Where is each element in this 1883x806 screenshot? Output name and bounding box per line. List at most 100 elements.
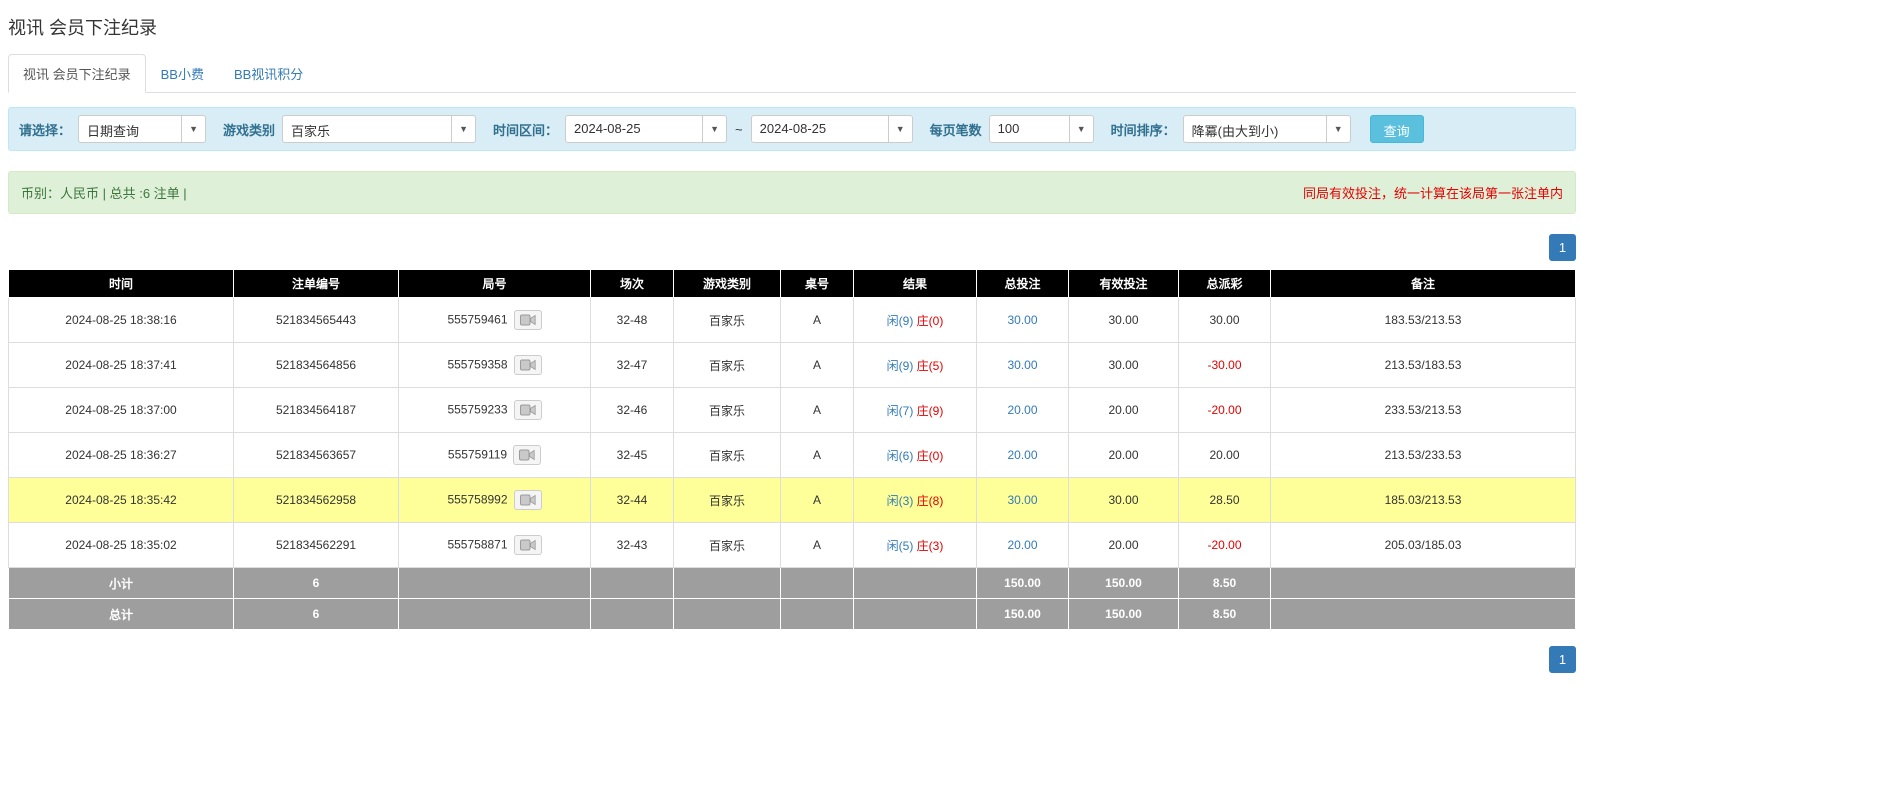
table-no-cell: A bbox=[781, 343, 854, 388]
result-banker: 庄(5) bbox=[917, 359, 944, 373]
valid-bet-cell: 20.00 bbox=[1069, 388, 1179, 433]
date-to-value: 2024-08-25 bbox=[752, 116, 888, 142]
header-session: 场次 bbox=[591, 270, 674, 298]
empty-cell bbox=[591, 599, 674, 630]
date-to-select[interactable]: 2024-08-25 ▼ bbox=[751, 115, 913, 143]
tab-betting-records[interactable]: 视讯 会员下注纪录 bbox=[8, 54, 146, 93]
empty-cell bbox=[854, 599, 977, 630]
result-player: 闲(7) bbox=[887, 404, 914, 418]
header-result: 结果 bbox=[854, 270, 977, 298]
game-type-cell: 百家乐 bbox=[674, 388, 781, 433]
header-game-type: 游戏类别 bbox=[674, 270, 781, 298]
sort-label: 时间排序： bbox=[1111, 120, 1176, 139]
bet-id-cell: 521834562958 bbox=[234, 478, 399, 523]
video-replay-button[interactable] bbox=[514, 490, 542, 510]
valid-bet-cell: 20.00 bbox=[1069, 433, 1179, 478]
query-type-select[interactable]: 日期查询 ▼ bbox=[78, 115, 206, 143]
round-cell: 555759358 bbox=[399, 343, 591, 388]
note-cell: 183.53/213.53 bbox=[1271, 298, 1576, 343]
total-payout: 8.50 bbox=[1179, 599, 1271, 630]
round-id: 555759233 bbox=[447, 402, 507, 416]
chevron-down-icon: ▼ bbox=[702, 116, 726, 142]
table-header: 时间 注单编号 局号 场次 游戏类别 桌号 结果 总投注 有效投注 总派彩 备注 bbox=[9, 270, 1576, 298]
query-type-value: 日期查询 bbox=[79, 116, 181, 142]
note-cell: 213.53/183.53 bbox=[1271, 343, 1576, 388]
betting-records-table: 时间 注单编号 局号 场次 游戏类别 桌号 结果 总投注 有效投注 总派彩 备注… bbox=[8, 269, 1576, 630]
tab-bb-tips[interactable]: BB小费 bbox=[146, 54, 219, 93]
page-title: 视讯 会员下注纪录 bbox=[8, 14, 1576, 40]
result-banker: 庄(0) bbox=[917, 314, 944, 328]
video-icon bbox=[520, 539, 536, 551]
page-1-button[interactable]: 1 bbox=[1549, 646, 1576, 673]
summary-notice: 同局有效投注，统一计算在该局第一张注单内 bbox=[1303, 183, 1563, 202]
payout-cell: -30.00 bbox=[1179, 343, 1271, 388]
round-cell: 555758992 bbox=[399, 478, 591, 523]
table-no-cell: A bbox=[781, 523, 854, 568]
tab-bb-video-points[interactable]: BB视讯积分 bbox=[219, 54, 318, 93]
table-row: 2024-08-25 18:37:41521834564856555759358… bbox=[9, 343, 1576, 388]
page-1-button[interactable]: 1 bbox=[1549, 234, 1576, 261]
total-bet-link[interactable]: 20.00 bbox=[1007, 403, 1037, 417]
video-replay-button[interactable] bbox=[514, 355, 542, 375]
video-replay-button[interactable] bbox=[513, 445, 541, 465]
session-cell: 32-43 bbox=[591, 523, 674, 568]
video-replay-button[interactable] bbox=[514, 310, 542, 330]
total-bet-cell: 30.00 bbox=[977, 298, 1069, 343]
bet-id-cell: 521834563657 bbox=[234, 433, 399, 478]
empty-cell bbox=[674, 599, 781, 630]
round-id: 555759119 bbox=[448, 447, 507, 461]
payout-cell: 28.50 bbox=[1179, 478, 1271, 523]
session-cell: 32-44 bbox=[591, 478, 674, 523]
header-bet-id: 注单编号 bbox=[234, 270, 399, 298]
video-replay-button[interactable] bbox=[514, 400, 542, 420]
total-bet-cell: 20.00 bbox=[977, 523, 1069, 568]
time-cell: 2024-08-25 18:37:41 bbox=[9, 343, 234, 388]
total-bet-cell: 30.00 bbox=[977, 343, 1069, 388]
total-valid-bet: 150.00 bbox=[1069, 599, 1179, 630]
bet-id-cell: 521834564856 bbox=[234, 343, 399, 388]
empty-cell bbox=[781, 568, 854, 599]
subtotal-count: 6 bbox=[234, 568, 399, 599]
valid-bet-cell: 20.00 bbox=[1069, 523, 1179, 568]
total-bet-link[interactable]: 20.00 bbox=[1007, 448, 1037, 462]
note-cell: 233.53/213.53 bbox=[1271, 388, 1576, 433]
valid-bet-cell: 30.00 bbox=[1069, 478, 1179, 523]
result-banker: 庄(3) bbox=[917, 539, 944, 553]
total-bet-link[interactable]: 30.00 bbox=[1007, 493, 1037, 507]
result-banker: 庄(8) bbox=[917, 494, 944, 508]
empty-cell bbox=[591, 568, 674, 599]
payout-cell: 30.00 bbox=[1179, 298, 1271, 343]
total-bet-link[interactable]: 20.00 bbox=[1007, 538, 1037, 552]
total-bet-link[interactable]: 30.00 bbox=[1007, 313, 1037, 327]
sort-value: 降冪(由大到小) bbox=[1184, 116, 1326, 142]
date-from-select[interactable]: 2024-08-25 ▼ bbox=[565, 115, 727, 143]
session-cell: 32-48 bbox=[591, 298, 674, 343]
page-container: 视讯 会员下注纪录 视讯 会员下注纪录 BB小费 BB视讯积分 请选择： 日期查… bbox=[0, 0, 1576, 703]
video-replay-button[interactable] bbox=[514, 535, 542, 555]
header-payout: 总派彩 bbox=[1179, 270, 1271, 298]
header-total-bet: 总投注 bbox=[977, 270, 1069, 298]
table-body: 2024-08-25 18:38:16521834565443555759461… bbox=[9, 298, 1576, 568]
result-player: 闲(3) bbox=[887, 494, 914, 508]
header-note: 备注 bbox=[1271, 270, 1576, 298]
subtotal-payout: 8.50 bbox=[1179, 568, 1271, 599]
search-button[interactable]: 查询 bbox=[1370, 115, 1424, 143]
filter-bar: 请选择： 日期查询 ▼ 游戏类别 百家乐 ▼ 时间区间： 2024-08-25 … bbox=[8, 107, 1576, 151]
per-page-select[interactable]: 100 ▼ bbox=[989, 115, 1094, 143]
time-cell: 2024-08-25 18:35:02 bbox=[9, 523, 234, 568]
round-id: 555758871 bbox=[447, 537, 507, 551]
result-banker: 庄(0) bbox=[917, 449, 944, 463]
total-bet-link[interactable]: 30.00 bbox=[1007, 358, 1037, 372]
video-icon bbox=[520, 359, 536, 371]
header-time: 时间 bbox=[9, 270, 234, 298]
time-cell: 2024-08-25 18:37:00 bbox=[9, 388, 234, 433]
time-cell: 2024-08-25 18:36:27 bbox=[9, 433, 234, 478]
game-type-select[interactable]: 百家乐 ▼ bbox=[282, 115, 476, 143]
sort-select[interactable]: 降冪(由大到小) ▼ bbox=[1183, 115, 1351, 143]
result-cell: 闲(3) 庄(8) bbox=[854, 478, 977, 523]
empty-cell bbox=[854, 568, 977, 599]
game-type-cell: 百家乐 bbox=[674, 478, 781, 523]
date-range-label: 时间区间： bbox=[493, 120, 558, 139]
table-no-cell: A bbox=[781, 298, 854, 343]
game-type-cell: 百家乐 bbox=[674, 298, 781, 343]
